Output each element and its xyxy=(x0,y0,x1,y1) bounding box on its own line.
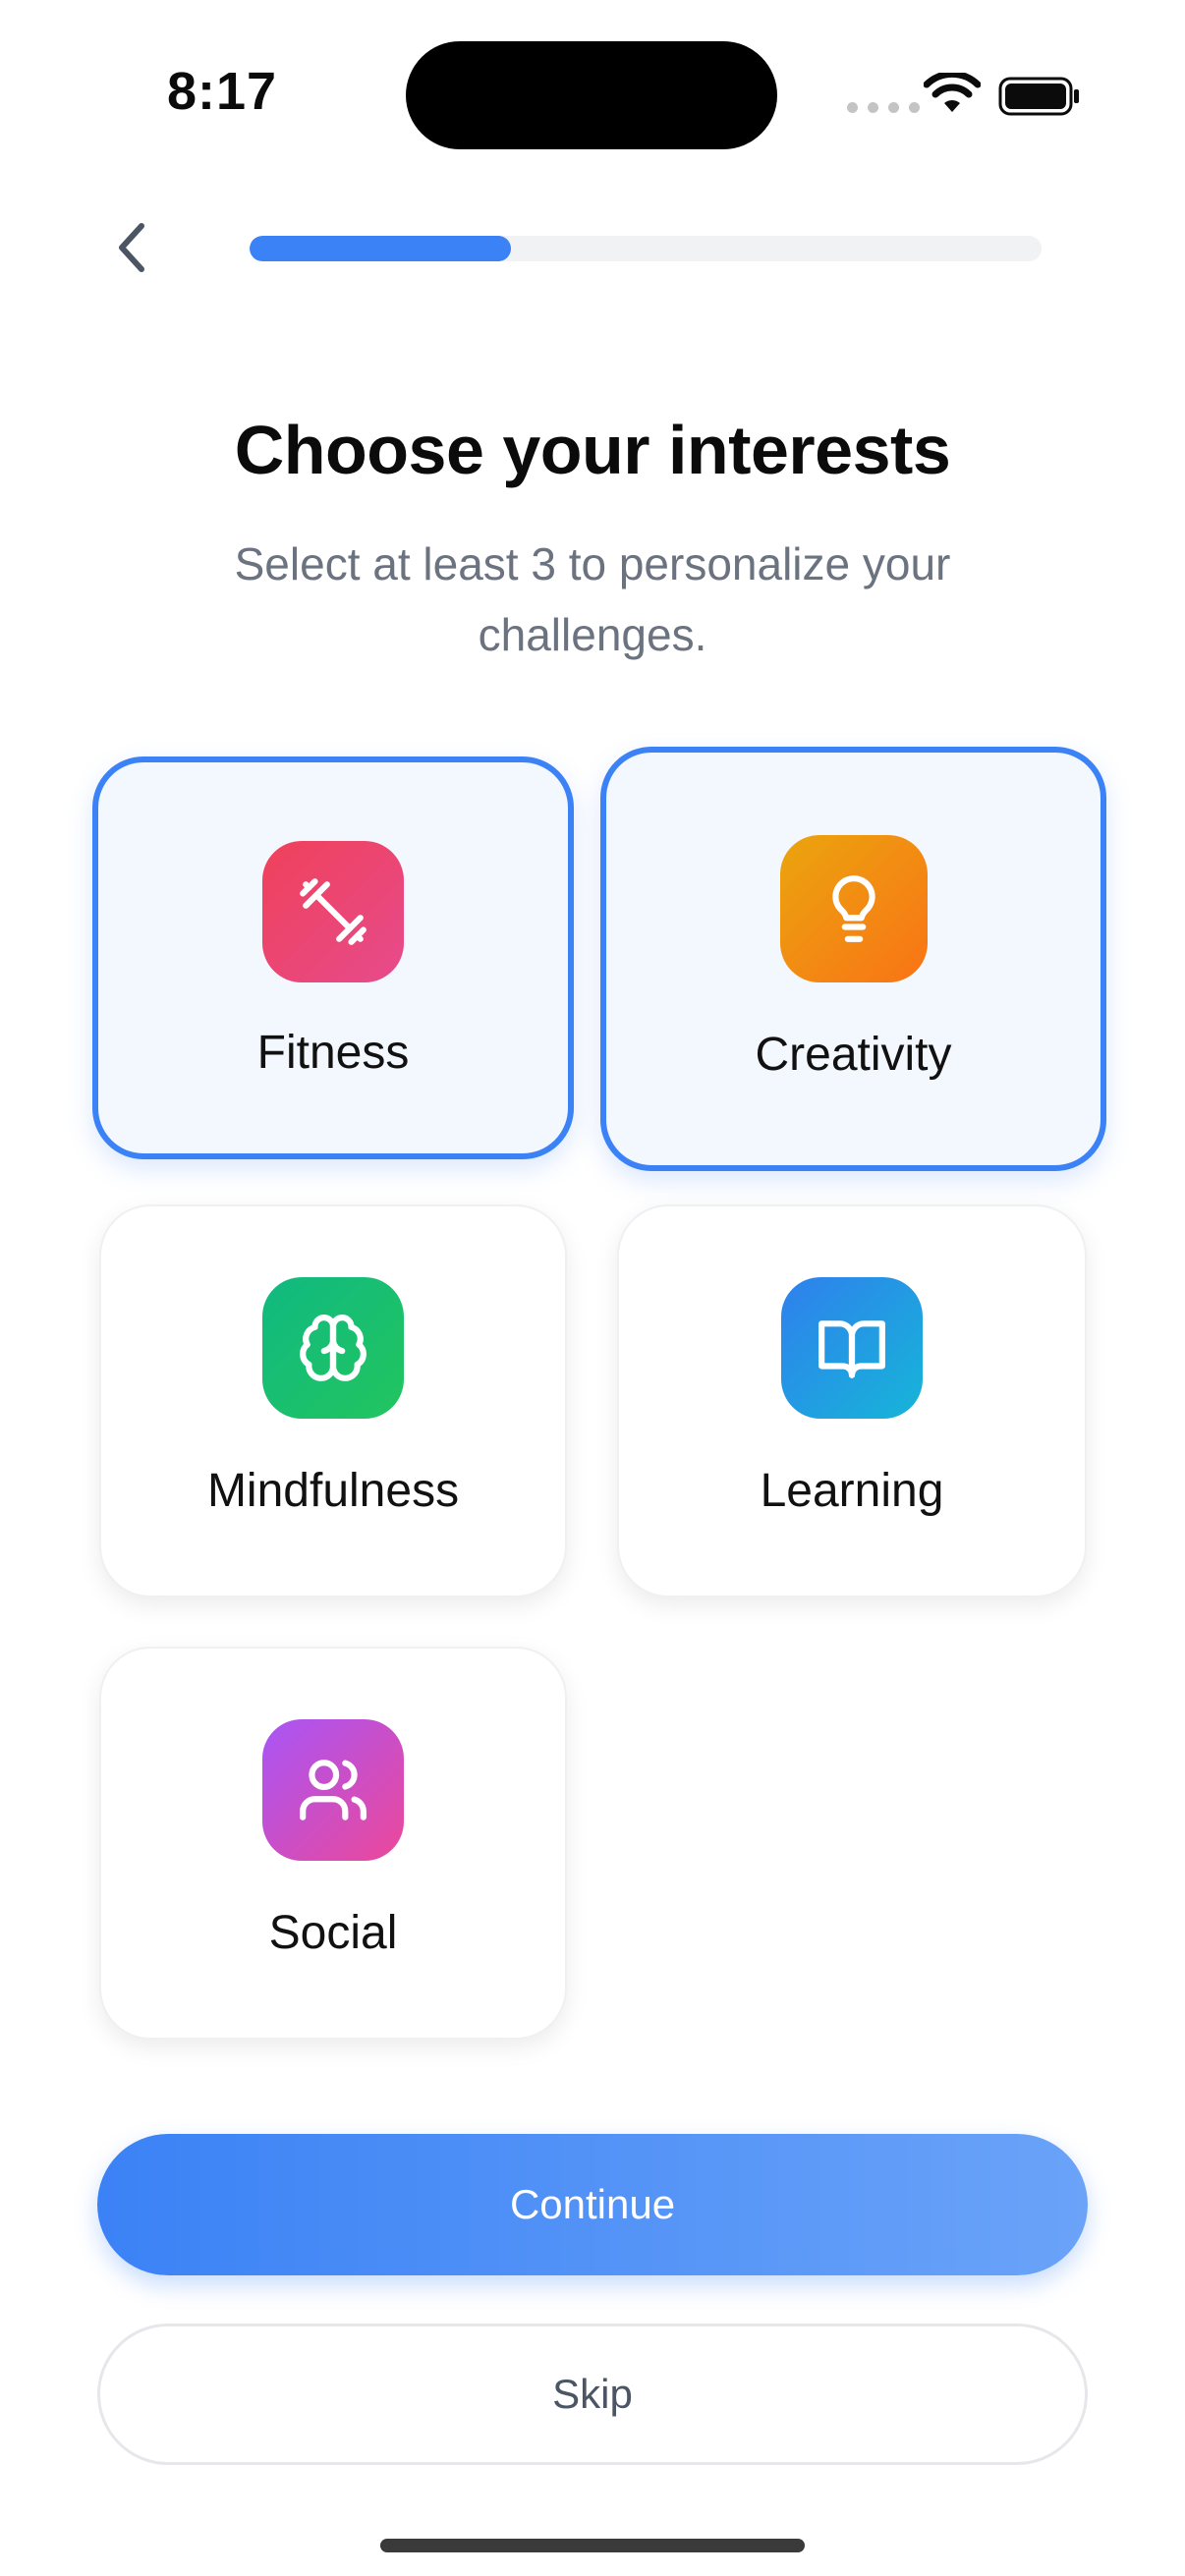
dynamic-island xyxy=(406,41,777,149)
interest-label: Social xyxy=(268,1907,398,1959)
interest-card-social[interactable]: Social xyxy=(99,1647,567,2040)
interest-label: Mindfulness xyxy=(206,1465,460,1517)
social-tile xyxy=(262,1719,404,1861)
status-time: 8:17 xyxy=(167,62,278,121)
creativity-tile xyxy=(779,835,928,982)
progress-fill xyxy=(250,236,511,261)
interest-card-fitness[interactable]: Fitness xyxy=(92,756,574,1159)
learning-tile xyxy=(781,1277,923,1419)
book-icon xyxy=(818,1320,885,1378)
wifi-icon xyxy=(924,73,981,112)
interest-card-creativity[interactable]: Creativity xyxy=(600,747,1106,1171)
continue-button[interactable]: Continue xyxy=(97,2134,1088,2275)
dumbbell-icon xyxy=(300,878,367,945)
cellular-signal-icon xyxy=(847,102,920,113)
onboarding-progress-bar xyxy=(250,236,1042,261)
interest-label: Creativity xyxy=(755,1029,952,1081)
interest-label: Fitness xyxy=(256,1027,410,1079)
interest-card-learning[interactable]: Learning xyxy=(617,1204,1087,1597)
mindfulness-tile xyxy=(262,1277,404,1419)
back-chevron-icon[interactable] xyxy=(108,218,155,277)
brain-icon xyxy=(300,1315,367,1381)
lightbulb-icon xyxy=(831,875,875,942)
page-subtitle: Select at least 3 to personalize your ch… xyxy=(234,538,951,660)
skip-button[interactable]: Skip xyxy=(97,2324,1088,2465)
users-icon xyxy=(300,1760,367,1820)
page-title: Choose your interests xyxy=(234,412,951,488)
battery-icon xyxy=(998,77,1079,116)
interest-label: Learning xyxy=(760,1465,944,1517)
home-indicator xyxy=(380,2539,805,2552)
fitness-tile xyxy=(262,841,404,982)
interest-card-mindfulness[interactable]: Mindfulness xyxy=(99,1204,567,1597)
